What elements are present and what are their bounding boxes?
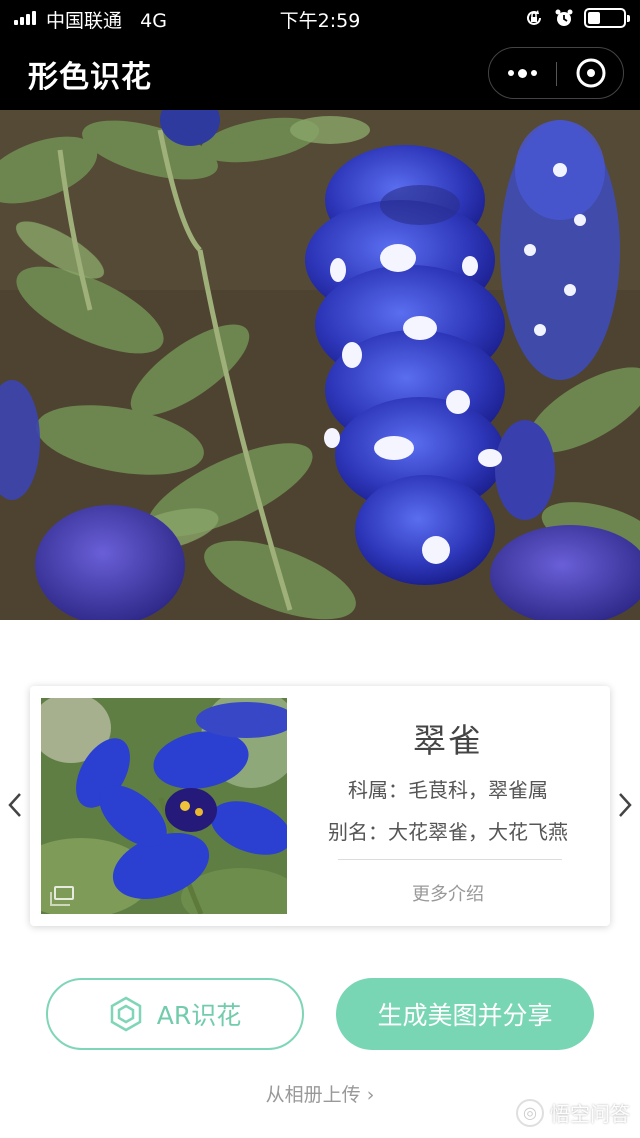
flower-name: 翠雀 <box>413 721 483 760</box>
close-button[interactable] <box>557 48 624 98</box>
flower-info: 翠雀 科属：毛茛科，翠雀属 别名：大花翠雀，大花飞燕 更多介绍 <box>300 686 596 926</box>
nav-bar: 形色识花 <box>0 36 640 110</box>
ar-identify-label: AR识花 <box>156 1001 242 1030</box>
family-info: 科属：毛茛科，翠雀属 <box>348 778 548 802</box>
next-result-button[interactable] <box>610 788 640 822</box>
rotation-lock-icon <box>527 10 541 25</box>
status-bar: 中国联通 4G 下午2:59 <box>0 0 640 36</box>
flower-thumbnail[interactable] <box>41 698 287 914</box>
close-target-icon <box>576 58 605 88</box>
ar-hexagon-icon <box>110 996 141 1032</box>
result-card[interactable]: 翠雀 科属：毛茛科，翠雀属 别名：大花翠雀，大花飞燕 更多介绍 <box>30 686 610 926</box>
wukong-logo-icon: ◎ <box>516 1098 544 1127</box>
chevron-right-icon <box>619 793 632 817</box>
more-dots-icon <box>506 68 539 78</box>
gallery-icon <box>50 886 74 906</box>
chevron-left-icon <box>8 793 21 817</box>
more-button[interactable] <box>489 48 556 98</box>
ar-identify-button[interactable]: AR识花 <box>46 978 304 1050</box>
alias-info: 别名：大花翠雀，大花飞燕 <box>328 820 568 844</box>
watermark: ◎ 悟空问答 <box>516 1098 630 1127</box>
battery-level <box>588 12 600 24</box>
share-image-button[interactable]: 生成美图并分享 <box>336 978 594 1050</box>
status-icons <box>524 7 630 29</box>
mini-program-capsule <box>488 47 624 99</box>
more-intro-link[interactable]: 更多介绍 <box>300 880 596 906</box>
battery-icon <box>584 8 630 28</box>
share-image-label: 生成美图并分享 <box>377 1001 553 1030</box>
info-divider <box>338 859 562 860</box>
flower-photo <box>0 110 640 620</box>
prev-result-button[interactable] <box>0 788 30 822</box>
watermark-text: 悟空问答 <box>550 1102 630 1126</box>
page-title: 形色识花 <box>28 60 152 95</box>
alarm-clock-icon <box>555 9 573 26</box>
